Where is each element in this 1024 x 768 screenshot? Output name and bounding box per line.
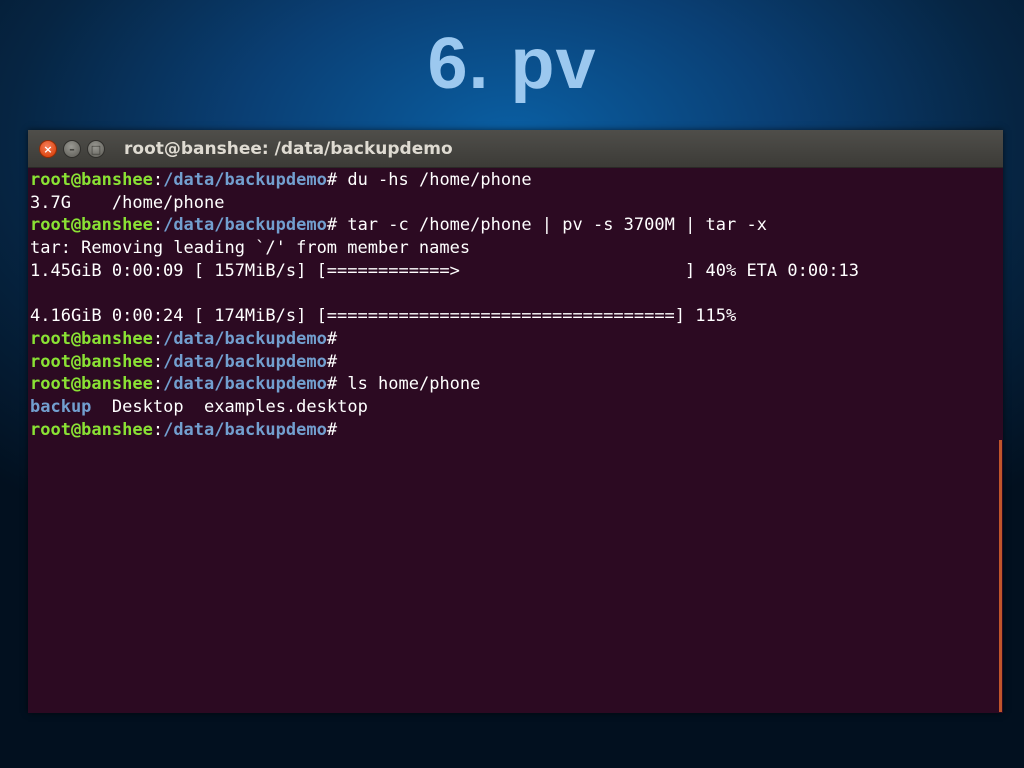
output-line: tar: Removing leading `/' from member na… xyxy=(30,238,471,259)
listing-line: backup Desktop examples.desktop xyxy=(30,396,1003,419)
prompt-path: /data/backupdemo xyxy=(163,328,327,349)
listing-gap xyxy=(91,397,111,417)
output-line: 3.7G /home/phone xyxy=(30,192,225,213)
prompt-symbol: # xyxy=(326,419,348,440)
prompt-user: root@banshee xyxy=(30,419,153,440)
terminal-scrollbar[interactable] xyxy=(999,440,1002,712)
prompt-path: /data/backupdemo xyxy=(163,419,327,440)
prompt-line: root@banshee:/data/backupdemo# xyxy=(30,419,1003,442)
window-titlebar[interactable]: × – □ root@banshee: /data/backupdemo xyxy=(28,130,1003,168)
prompt-symbol: # xyxy=(326,351,348,372)
listing-item: examples.desktop xyxy=(204,396,368,417)
command-text: tar -c /home/phone | pv -s 3700M | tar -… xyxy=(347,215,767,236)
prompt-symbol: # xyxy=(326,374,348,395)
command-text: ls home/phone xyxy=(347,374,481,395)
output-line: 1.45GiB 0:00:09 [ 157MiB/s] [===========… xyxy=(30,260,860,281)
prompt-user: root@banshee xyxy=(30,374,153,395)
prompt-user: root@banshee xyxy=(30,170,153,190)
prompt-line: root@banshee:/data/backupdemo# tar -c /h… xyxy=(30,214,1003,237)
terminal-window: × – □ root@banshee: /data/backupdemo roo… xyxy=(28,130,1003,713)
prompt-colon: : xyxy=(152,170,164,190)
prompt-colon: : xyxy=(152,215,164,236)
slide-title: 6. pv xyxy=(427,24,597,104)
prompt-line: root@banshee:/data/backupdemo# xyxy=(30,328,1003,351)
close-icon[interactable]: × xyxy=(39,140,57,158)
prompt-line: root@banshee:/data/backupdemo# du -hs /h… xyxy=(30,169,1003,192)
listing-item: backup xyxy=(30,396,92,417)
prompt-symbol: # xyxy=(326,215,348,236)
prompt-user: root@banshee xyxy=(30,215,153,236)
prompt-user: root@banshee xyxy=(30,351,153,372)
prompt-path: /data/backupdemo xyxy=(163,215,327,236)
command-text: du -hs /home/phone xyxy=(347,170,532,190)
prompt-colon: : xyxy=(152,328,164,349)
listing-gap xyxy=(184,397,204,417)
minimize-icon[interactable]: – xyxy=(63,140,81,158)
prompt-symbol: # xyxy=(326,328,348,349)
prompt-colon: : xyxy=(152,419,164,440)
window-title: root@banshee: /data/backupdemo xyxy=(124,139,453,159)
prompt-colon: : xyxy=(152,351,164,372)
prompt-line: root@banshee:/data/backupdemo# ls home/p… xyxy=(30,373,1003,396)
output-line: 4.16GiB 0:00:24 [ 174MiB/s] [===========… xyxy=(30,306,737,327)
maximize-icon[interactable]: □ xyxy=(87,140,105,158)
prompt-path: /data/backupdemo xyxy=(163,170,327,190)
prompt-user: root@banshee xyxy=(30,328,153,349)
prompt-colon: : xyxy=(152,374,164,395)
prompt-path: /data/backupdemo xyxy=(163,351,327,372)
prompt-symbol: # xyxy=(326,170,348,190)
listing-item: Desktop xyxy=(111,396,184,417)
prompt-path: /data/backupdemo xyxy=(163,374,327,395)
terminal-output[interactable]: root@banshee:/data/backupdemo# du -hs /h… xyxy=(28,168,1003,713)
prompt-line: root@banshee:/data/backupdemo# xyxy=(30,351,1003,374)
